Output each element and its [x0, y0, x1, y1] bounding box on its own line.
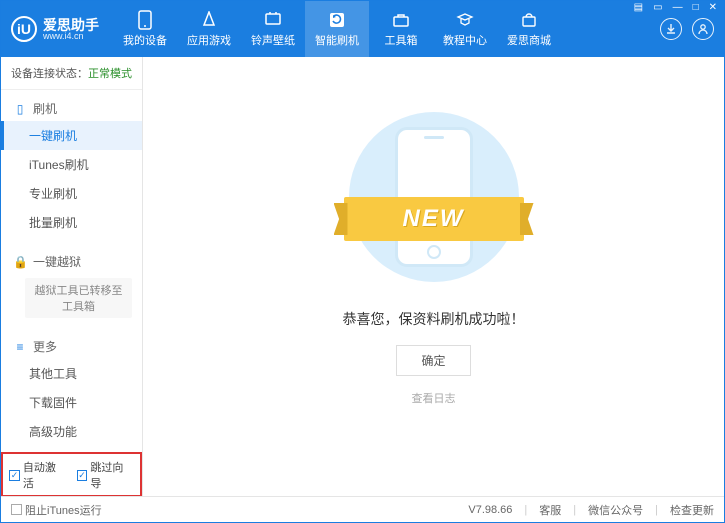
sidebar-item-advanced[interactable]: 高级功能: [1, 417, 142, 446]
nav-my-device[interactable]: 我的设备: [113, 1, 177, 57]
checkbox-icon: ✓: [77, 470, 88, 481]
header: iU 爱思助手 www.i4.cn 我的设备 应用游戏 铃声壁纸 智能刷机: [1, 1, 724, 57]
app-window: ▤ ▭ — □ ✕ iU 爱思助手 www.i4.cn 我的设备 应用游戏 铃声: [0, 0, 725, 523]
window-controls: ▤ ▭ — □ ✕: [632, 2, 719, 13]
footer-left: 阻止iTunes运行: [11, 502, 102, 518]
option-checks: ✓ 自动激活 ✓ 跳过向导: [1, 452, 142, 496]
checkbox-icon: ✓: [9, 470, 20, 481]
footer-right: V7.98.66 | 客服 | 微信公众号 | 检查更新: [468, 502, 714, 518]
toolbox-icon: [392, 11, 410, 29]
minimize-icon[interactable]: —: [671, 2, 685, 13]
nav-store[interactable]: 爱思商城: [497, 1, 561, 57]
header-right: [660, 18, 724, 40]
section-more: ≡ 更多 其他工具 下载固件 高级功能: [1, 328, 142, 452]
sidebar-item-oneclick[interactable]: 一键刷机: [1, 121, 142, 150]
checkbox-icon: [11, 504, 22, 515]
body: 设备连接状态：正常模式 ▯ 刷机 一键刷机 iTunes刷机 专业刷机 批量刷机…: [1, 57, 724, 496]
app-url: www.i4.cn: [43, 32, 99, 41]
close-icon[interactable]: ✕: [707, 2, 719, 13]
logo-icon: iU: [11, 16, 37, 42]
phone-icon: ▯: [13, 102, 27, 116]
more-icon: ≡: [13, 340, 27, 354]
service-link[interactable]: 客服: [539, 502, 561, 518]
nav-tools[interactable]: 工具箱: [369, 1, 433, 57]
section-jailbreak-head[interactable]: 🔒 一键越狱: [1, 249, 142, 274]
menu-icon[interactable]: ▤: [632, 2, 645, 13]
sidebar: 设备连接状态：正常模式 ▯ 刷机 一键刷机 iTunes刷机 专业刷机 批量刷机…: [1, 57, 143, 496]
section-jailbreak: 🔒 一键越狱 越狱工具已转移至工具箱: [1, 243, 142, 328]
update-link[interactable]: 检查更新: [670, 502, 714, 518]
section-flash-head[interactable]: ▯ 刷机: [1, 96, 142, 121]
nav-flash[interactable]: 智能刷机: [305, 1, 369, 57]
nav-tutorials[interactable]: 教程中心: [433, 1, 497, 57]
maximize-icon[interactable]: □: [691, 2, 701, 13]
user-button[interactable]: [692, 18, 714, 40]
section-more-head[interactable]: ≡ 更多: [1, 334, 142, 359]
ringtone-icon: [264, 11, 282, 29]
success-message: 恭喜您，保资料刷机成功啦！: [343, 309, 525, 329]
jailbreak-note: 越狱工具已转移至工具箱: [25, 278, 132, 318]
success-illustration: NEW: [334, 107, 534, 287]
device-icon: [136, 11, 154, 29]
wechat-link[interactable]: 微信公众号: [588, 502, 643, 518]
tutorial-icon: [456, 11, 474, 29]
nav-ringtones[interactable]: 铃声壁纸: [241, 1, 305, 57]
version-label: V7.98.66: [468, 504, 512, 516]
sidebar-item-other[interactable]: 其他工具: [1, 359, 142, 388]
apps-icon: [200, 11, 218, 29]
view-log-link[interactable]: 查看日志: [412, 390, 456, 406]
check-block-itunes[interactable]: 阻止iTunes运行: [11, 502, 102, 518]
sidebar-item-itunes[interactable]: iTunes刷机: [1, 150, 142, 179]
new-ribbon: NEW: [344, 197, 524, 241]
lock-icon: 🔒: [13, 255, 27, 269]
footer: 阻止iTunes运行 V7.98.66 | 客服 | 微信公众号 | 检查更新: [1, 496, 724, 522]
connection-status: 设备连接状态：正常模式: [1, 57, 142, 90]
sidebar-item-pro[interactable]: 专业刷机: [1, 179, 142, 208]
logo: iU 爱思助手 www.i4.cn: [1, 1, 113, 57]
nav-apps[interactable]: 应用游戏: [177, 1, 241, 57]
check-skip-guide[interactable]: ✓ 跳过向导: [77, 459, 135, 491]
app-title: 爱思助手: [43, 18, 99, 32]
check-auto-activate[interactable]: ✓ 自动激活: [9, 459, 67, 491]
store-icon: [520, 11, 538, 29]
sidebar-item-firmware[interactable]: 下载固件: [1, 388, 142, 417]
sidebar-item-batch[interactable]: 批量刷机: [1, 208, 142, 237]
section-flash: ▯ 刷机 一键刷机 iTunes刷机 专业刷机 批量刷机: [1, 90, 142, 243]
download-button[interactable]: [660, 18, 682, 40]
lock-icon[interactable]: ▭: [651, 2, 664, 13]
flash-icon: [328, 11, 346, 29]
ok-button[interactable]: 确定: [396, 345, 470, 376]
main-content: NEW 恭喜您，保资料刷机成功啦！ 确定 查看日志: [143, 57, 724, 496]
main-nav: 我的设备 应用游戏 铃声壁纸 智能刷机 工具箱 教程中心: [113, 1, 660, 57]
